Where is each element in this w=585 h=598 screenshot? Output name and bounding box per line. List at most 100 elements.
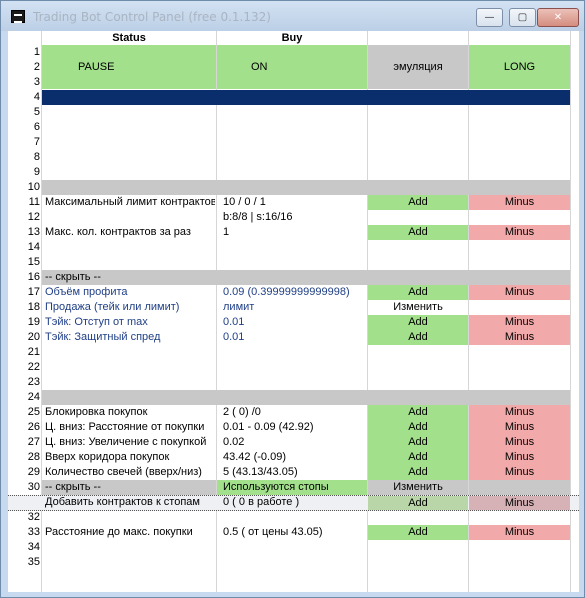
add-to-stops-minus-button[interactable]: Minus — [469, 496, 570, 510]
max-contract-limit-add-button[interactable]: Add — [368, 195, 468, 210]
take-spread-minus-button[interactable]: Minus — [469, 330, 570, 345]
take-offset-value: 0.01 — [223, 316, 245, 328]
price-down-distance-label: Ц. вниз: Расстояние от покупки — [45, 421, 205, 433]
row-number: 33 — [27, 526, 40, 538]
row-number: 26 — [27, 421, 40, 433]
profit-volume-minus-button[interactable]: Minus — [469, 285, 570, 300]
row-number: 6 — [33, 121, 40, 133]
add-to-stops-label: Добавить контрактов к стопам — [45, 496, 200, 508]
max-buy-distance-add-button[interactable]: Add — [368, 525, 468, 540]
row-number: 21 — [27, 346, 40, 358]
minimize-button[interactable]: — — [476, 8, 503, 27]
section-row-10 — [42, 180, 570, 195]
row-number: 10 — [27, 181, 40, 193]
profit-volume-add-button[interactable]: Add — [368, 285, 468, 300]
row-number: 28 — [27, 451, 40, 463]
stops-change-button[interactable]: Изменить — [368, 480, 468, 495]
price-down-distance-value: 0.01 - 0.09 (42.92) — [223, 421, 314, 433]
title-bar[interactable]: Trading Bot Control Panel (free 0.1.132)… — [1, 1, 584, 31]
buy-block-add-button[interactable]: Add — [368, 405, 468, 420]
buy-block-minus-button[interactable]: Minus — [469, 405, 570, 420]
sell-mode-change-button[interactable]: Изменить — [368, 300, 468, 315]
separator-bar — [42, 90, 570, 105]
max-contract-limit-value: 10 / 0 / 1 — [223, 196, 266, 208]
direction-value: LONG — [503, 61, 536, 73]
price-down-increase-label: Ц. вниз: Увеличение с покупкой — [45, 436, 207, 448]
row-number: 35 — [27, 556, 40, 568]
hide-toggle[interactable]: -- скрыть -- — [45, 270, 215, 285]
profit-volume-label: Объём профита — [45, 286, 128, 298]
buy-block-value: 2 ( 0) /0 — [223, 406, 261, 418]
buy-sell-counts: b:8/8 | s:16/16 — [223, 211, 293, 223]
take-offset-label: Тэйк: Отступ от max — [45, 316, 148, 328]
row-number: 30 — [27, 481, 40, 493]
close-button[interactable]: ✕ — [537, 8, 579, 27]
candle-count-minus-button[interactable]: Minus — [469, 465, 570, 480]
grid-panel: Status Buy 1 2 3 4 5 6 7 8 9 10 11 12 13 14 15 16 17 18 19… — [8, 31, 579, 592]
max-contract-limit-minus-button[interactable]: Minus — [469, 195, 570, 210]
window-title: Trading Bot Control Panel (free 0.1.132) — [33, 10, 271, 24]
add-to-stops-value: 0 ( 0 в работе ) — [223, 496, 300, 508]
max-contracts-per-order-add-button[interactable]: Add — [368, 225, 468, 240]
row-number: 5 — [33, 106, 40, 118]
price-down-increase-value: 0.02 — [223, 436, 245, 448]
mode-value: эмуляция — [393, 61, 443, 73]
max-buy-distance-label: Расстояние до макс. покупки — [45, 526, 193, 538]
row-number: 8 — [33, 151, 40, 163]
row-number: 9 — [33, 166, 40, 178]
take-spread-value: 0.01 — [223, 331, 245, 343]
row-number: 34 — [27, 541, 40, 553]
profit-volume-value: 0.09 (0.39999999999998) — [223, 286, 350, 298]
max-contracts-per-order-label: Макс. кол. контрактов за раз — [45, 226, 191, 238]
corridor-top-minus-button[interactable]: Minus — [469, 450, 570, 465]
buy-block-label: Блокировка покупок — [45, 406, 148, 418]
sell-mode-value: лимит — [223, 301, 255, 313]
row-number: 20 — [27, 331, 40, 343]
price-down-increase-add-button[interactable]: Add — [368, 435, 468, 450]
price-down-distance-minus-button[interactable]: Minus — [469, 420, 570, 435]
section-row-24 — [42, 390, 570, 405]
row-number: 29 — [27, 466, 40, 478]
row-number: 3 — [33, 76, 40, 88]
candle-count-label: Количество свечей (вверх/низ) — [45, 466, 202, 478]
candle-count-add-button[interactable]: Add — [368, 465, 468, 480]
stops-used-status: Используются стопы — [223, 481, 329, 493]
add-to-stops-add-button[interactable]: Add — [368, 496, 468, 510]
row-number: 23 — [27, 376, 40, 388]
row-number: 11 — [28, 196, 40, 208]
candle-count-value: 5 (43.13/43.05) — [223, 466, 298, 478]
header-status: Status — [112, 32, 146, 44]
row-number: 16 — [27, 271, 40, 283]
row-number: 17 — [27, 286, 40, 298]
corridor-top-label: Вверх коридора покупок — [45, 451, 170, 463]
take-offset-add-button[interactable]: Add — [368, 315, 468, 330]
max-contracts-per-order-value: 1 — [223, 226, 230, 238]
row-number: 2 — [33, 61, 40, 73]
hide-toggle-2[interactable]: -- скрыть -- — [45, 480, 215, 495]
row-number: 25 — [27, 406, 40, 418]
row-number: 13 — [27, 226, 40, 238]
take-offset-minus-button[interactable]: Minus — [469, 315, 570, 330]
status-value: PAUSE — [78, 61, 115, 73]
row-number: 32 — [27, 511, 40, 523]
header-buy: Buy — [281, 32, 303, 44]
take-spread-add-button[interactable]: Add — [368, 330, 468, 345]
stops-empty-cell — [469, 480, 570, 495]
price-down-increase-minus-button[interactable]: Minus — [469, 435, 570, 450]
max-buy-distance-value: 0.5 ( от цены 43.05) — [223, 526, 323, 538]
maximize-button[interactable]: ▢ — [509, 8, 536, 27]
price-down-distance-add-button[interactable]: Add — [368, 420, 468, 435]
row-number: 27 — [27, 436, 40, 448]
corridor-top-add-button[interactable]: Add — [368, 450, 468, 465]
max-buy-distance-minus-button[interactable]: Minus — [469, 525, 570, 540]
row-number: 12 — [27, 211, 40, 223]
row-number: 24 — [27, 391, 40, 403]
row-number: 7 — [33, 136, 40, 148]
row-number: 4 — [33, 91, 40, 103]
app-icon — [11, 10, 25, 23]
buy-value: ON — [251, 61, 268, 73]
row-number: 1 — [33, 46, 40, 58]
max-contracts-per-order-minus-button[interactable]: Minus — [469, 225, 570, 240]
max-contract-limit-label: Максимальный лимит контрактов — [45, 196, 215, 208]
row-number: 19 — [27, 316, 40, 328]
